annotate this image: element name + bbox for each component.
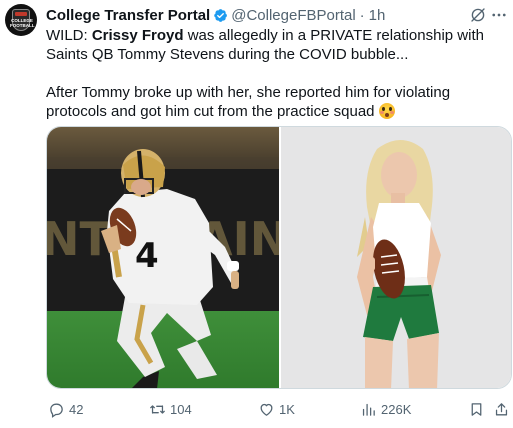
like-icon [260,403,273,416]
media-photo-woman-with-football[interactable] [281,127,511,388]
views-count: 226K [381,401,412,417]
flushed-face-emoji-icon [378,103,395,119]
author-handle[interactable]: @CollegeFBPortal [231,7,355,24]
share-button[interactable] [493,399,513,419]
tweet-paragraph-2: After Tommy broke up with her, she repor… [46,84,451,120]
tweet-text: WILD: Crissy Froyd was allegedly in a PR… [46,26,512,121]
tweet-paragraph-1: WILD: Crissy Froyd was allegedly in a PR… [46,27,484,63]
more-icon[interactable] [490,6,508,24]
repost-icon [150,404,165,414]
repost-count: 104 [170,401,192,417]
repost-button[interactable]: 104 [149,399,192,419]
tweet[interactable]: COLLEGE FOOTBALL College Transfer Portal… [0,0,513,428]
share-icon [495,402,508,415]
views-icon [362,403,375,416]
reply-button[interactable]: 42 [48,399,83,419]
reply-icon [50,403,63,418]
views-button[interactable]: 226K [360,399,411,419]
reply-count: 42 [69,401,84,417]
tweet-media[interactable]: NTS AIN 4 [46,126,512,389]
grok-icon[interactable] [469,6,487,24]
mention-bold-name: Crissy Froyd [91,27,184,44]
college-football-logo: COLLEGE FOOTBALL [10,9,35,31]
like-count: 1K [279,401,295,417]
bookmark-icon [471,402,482,416]
author-name[interactable]: College Transfer Portal [46,7,210,24]
tweet-header: College Transfer Portal @CollegeFBPortal… [46,5,385,25]
tweet-time[interactable]: 1h [369,7,386,24]
separator-dot: · [359,6,365,24]
tweet-actions: 42 104 1K 226K [46,399,512,419]
verified-badge-icon [214,8,228,22]
media-photo-quarterback[interactable]: NTS AIN 4 [47,127,279,388]
avatar[interactable]: COLLEGE FOOTBALL [5,4,37,36]
svg-text:4: 4 [135,236,159,276]
like-button[interactable]: 1K [258,399,295,419]
bookmark-button[interactable] [468,399,489,419]
